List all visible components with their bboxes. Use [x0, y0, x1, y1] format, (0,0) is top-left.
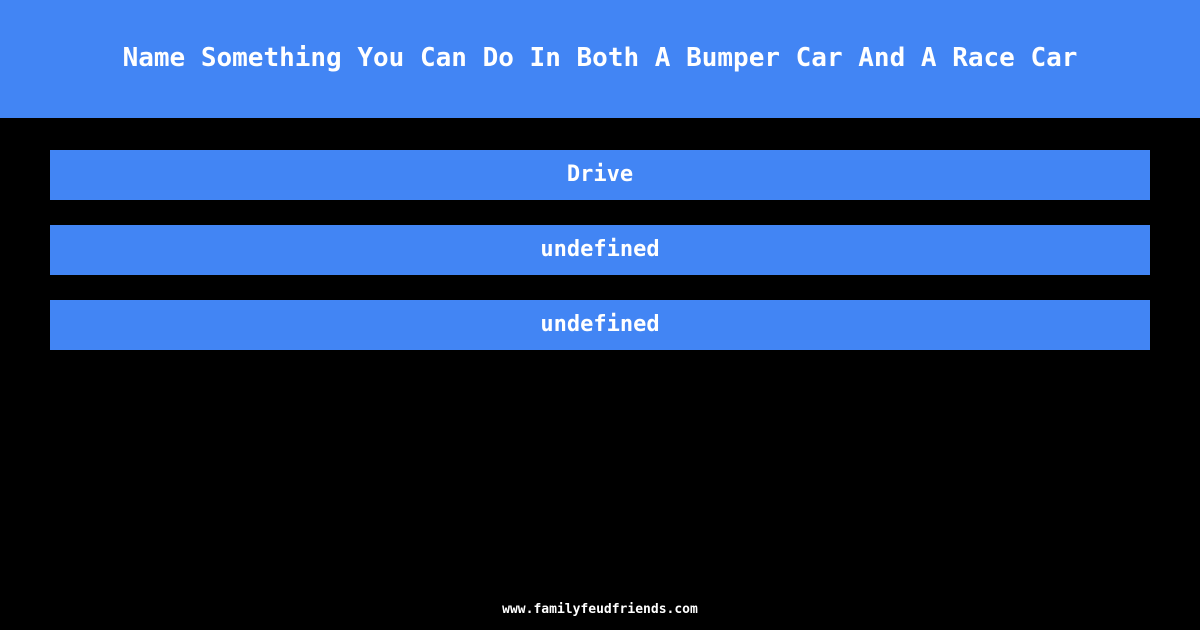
answer-text: Drive: [566, 162, 634, 187]
site-footer: www.familyfeudfriends.com: [0, 598, 1200, 617]
answer-text: undefined: [540, 312, 660, 337]
answer-card: Name Something You Can Do In Both A Bump…: [0, 0, 1200, 630]
answer-row[interactable]: undefined: [50, 225, 1150, 275]
question-header-banner: Name Something You Can Do In Both A Bump…: [0, 0, 1200, 118]
question-title: Name Something You Can Do In Both A Bump…: [122, 43, 1078, 74]
answers-list: Drive undefined undefined: [50, 150, 1150, 350]
answer-row[interactable]: undefined: [50, 300, 1150, 350]
answer-text: undefined: [540, 237, 660, 262]
site-url-label: www.familyfeudfriends.com: [502, 602, 698, 617]
answer-row[interactable]: Drive: [50, 150, 1150, 200]
